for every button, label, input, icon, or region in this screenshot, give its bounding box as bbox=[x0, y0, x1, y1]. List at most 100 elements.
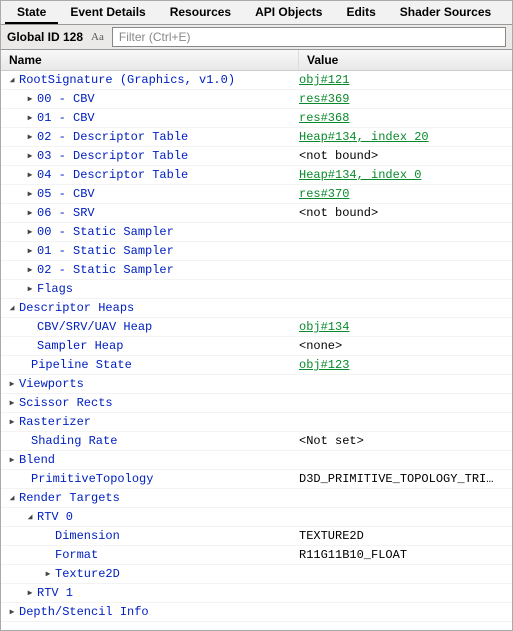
expand-collapse-icon[interactable]: ▶ bbox=[25, 265, 35, 275]
tree-row[interactable]: ▶Blend bbox=[1, 451, 512, 470]
tree-row-value: D3D_PRIMITIVE_TOPOLOGY_TRI… bbox=[299, 472, 512, 486]
expand-collapse-icon[interactable]: ▶ bbox=[25, 151, 35, 161]
tree-row-label: 02 - Static Sampler bbox=[37, 263, 174, 277]
tree-row-name: ▶Viewports bbox=[1, 377, 299, 391]
expand-collapse-icon[interactable]: ▶ bbox=[25, 246, 35, 256]
tree-row-name: CBV/SRV/UAV Heap bbox=[1, 320, 299, 334]
case-sensitive-icon[interactable]: Aa bbox=[89, 31, 106, 43]
expand-collapse-icon[interactable]: ▶ bbox=[25, 113, 35, 123]
expand-collapse-icon[interactable]: ◢ bbox=[25, 512, 35, 522]
tree-row-value: TEXTURE2D bbox=[299, 529, 512, 543]
tree-row-value[interactable]: res#369 bbox=[299, 92, 512, 106]
tree-row[interactable]: CBV/SRV/UAV Heapobj#134 bbox=[1, 318, 512, 337]
tree-row-label: 00 - Static Sampler bbox=[37, 225, 174, 239]
tree-row-value[interactable]: Heap#134, index 0 bbox=[299, 168, 512, 182]
expand-collapse-icon[interactable]: ▶ bbox=[25, 94, 35, 104]
expand-collapse-icon[interactable]: ◢ bbox=[7, 303, 17, 313]
tree-row[interactable]: FormatR11G11B10_FLOAT bbox=[1, 546, 512, 565]
tree-row-name: ▶Blend bbox=[1, 453, 299, 467]
expand-collapse-icon[interactable]: ▶ bbox=[7, 417, 17, 427]
tree-row[interactable]: ▶05 - CBVres#370 bbox=[1, 185, 512, 204]
expand-collapse-icon[interactable]: ▶ bbox=[25, 208, 35, 218]
tab-state[interactable]: State bbox=[5, 1, 58, 24]
tree-row[interactable]: ▶06 - SRV<not bound> bbox=[1, 204, 512, 223]
tree-row[interactable]: ◢Render Targets bbox=[1, 489, 512, 508]
expand-collapse-icon[interactable]: ▶ bbox=[43, 569, 53, 579]
tab-edits[interactable]: Edits bbox=[334, 1, 387, 24]
tree-row-name: ◢Render Targets bbox=[1, 491, 299, 505]
column-name-header[interactable]: Name bbox=[1, 50, 299, 70]
tree-row-name: Pipeline State bbox=[1, 358, 299, 372]
tree-row-label: Render Targets bbox=[19, 491, 120, 505]
tree-row[interactable]: ▶Viewports bbox=[1, 375, 512, 394]
tree-row[interactable]: ▶00 - CBVres#369 bbox=[1, 90, 512, 109]
tree-row-value[interactable]: obj#134 bbox=[299, 320, 512, 334]
tree-row-name: PrimitiveTopology bbox=[1, 472, 299, 486]
tree-row[interactable]: ▶00 - Static Sampler bbox=[1, 223, 512, 242]
expand-collapse-icon[interactable]: ▶ bbox=[7, 455, 17, 465]
tree-row-label: Pipeline State bbox=[31, 358, 132, 372]
tree-row[interactable]: ▶03 - Descriptor Table<not bound> bbox=[1, 147, 512, 166]
filter-input[interactable] bbox=[112, 27, 506, 47]
tree-row[interactable]: Shading Rate <Not set> bbox=[1, 432, 512, 451]
tree-row[interactable]: ◢RootSignature (Graphics, v1.0)obj#121 bbox=[1, 71, 512, 90]
tree-row-value[interactable]: Heap#134, index 20 bbox=[299, 130, 512, 144]
tree-row[interactable]: ◢Descriptor Heaps bbox=[1, 299, 512, 318]
expand-collapse-icon[interactable]: ▶ bbox=[25, 170, 35, 180]
tree-row-label: Scissor Rects bbox=[19, 396, 113, 410]
expand-collapse-icon[interactable]: ▶ bbox=[25, 227, 35, 237]
tab-api-objects[interactable]: API Objects bbox=[243, 1, 334, 24]
expand-collapse-icon[interactable]: ◢ bbox=[7, 493, 17, 503]
tree-row-name: ◢RootSignature (Graphics, v1.0) bbox=[1, 73, 299, 87]
tree-row[interactable]: ▶02 - Descriptor Table Heap#134, index 20 bbox=[1, 128, 512, 147]
tab-shader-sources[interactable]: Shader Sources bbox=[388, 1, 503, 24]
expand-collapse-icon[interactable]: ▶ bbox=[25, 588, 35, 598]
tree-row[interactable]: ▶04 - Descriptor Table Heap#134, index 0 bbox=[1, 166, 512, 185]
tree-row[interactable]: PrimitiveTopology D3D_PRIMITIVE_TOPOLOGY_… bbox=[1, 470, 512, 489]
tree-row[interactable]: ▶Scissor Rects bbox=[1, 394, 512, 413]
tree-row[interactable]: ▶01 - CBVres#368 bbox=[1, 109, 512, 128]
tree-row[interactable]: ▶Texture2D bbox=[1, 565, 512, 584]
tree-view: ◢RootSignature (Graphics, v1.0)obj#121▶0… bbox=[1, 71, 512, 622]
expand-collapse-icon[interactable]: ▶ bbox=[25, 284, 35, 294]
tree-row-name: ▶00 - Static Sampler bbox=[1, 225, 299, 239]
tree-row-name: ▶01 - Static Sampler bbox=[1, 244, 299, 258]
tree-row-value[interactable]: obj#123 bbox=[299, 358, 512, 372]
tree-row-value[interactable]: obj#121 bbox=[299, 73, 512, 87]
expand-collapse-icon[interactable]: ▶ bbox=[7, 379, 17, 389]
tree-row-value: <Not set> bbox=[299, 434, 512, 448]
tree-row[interactable]: ▶Flags bbox=[1, 280, 512, 299]
tree-row[interactable]: Sampler Heap<none> bbox=[1, 337, 512, 356]
tree-row[interactable]: Pipeline State obj#123 bbox=[1, 356, 512, 375]
expand-collapse-icon[interactable]: ◢ bbox=[7, 75, 17, 85]
tree-row[interactable]: ▶Depth/Stencil Info bbox=[1, 603, 512, 622]
column-value-header[interactable]: Value bbox=[299, 50, 512, 70]
tree-row-label: Sampler Heap bbox=[37, 339, 123, 353]
tree-row[interactable]: ▶01 - Static Sampler bbox=[1, 242, 512, 261]
tree-row-label: 02 - Descriptor Table bbox=[37, 130, 188, 144]
tree-row-name: Sampler Heap bbox=[1, 339, 299, 353]
expand-collapse-icon[interactable]: ▶ bbox=[7, 398, 17, 408]
tree-row[interactable]: DimensionTEXTURE2D bbox=[1, 527, 512, 546]
tree-row-name: ▶06 - SRV bbox=[1, 206, 299, 220]
expand-collapse-icon[interactable]: ▶ bbox=[25, 132, 35, 142]
tree-row-label: 04 - Descriptor Table bbox=[37, 168, 188, 182]
tree-row[interactable]: ▶02 - Static Sampler bbox=[1, 261, 512, 280]
tree-row-value[interactable]: res#368 bbox=[299, 111, 512, 125]
tab-resources[interactable]: Resources bbox=[158, 1, 243, 24]
tree-row-label: Shading Rate bbox=[31, 434, 117, 448]
tree-row-label: RootSignature (Graphics, v1.0) bbox=[19, 73, 235, 87]
tree-row-name: ▶03 - Descriptor Table bbox=[1, 149, 299, 163]
tree-row[interactable]: ▶Rasterizer bbox=[1, 413, 512, 432]
tab-event-details[interactable]: Event Details bbox=[58, 1, 157, 24]
tree-row-name: ▶02 - Static Sampler bbox=[1, 263, 299, 277]
tree-row-value: <not bound> bbox=[299, 206, 512, 220]
expand-collapse-icon[interactable]: ▶ bbox=[25, 189, 35, 199]
tree-row[interactable]: ◢RTV 0 bbox=[1, 508, 512, 527]
tree-row-label: RTV 1 bbox=[37, 586, 73, 600]
expand-collapse-icon[interactable]: ▶ bbox=[7, 607, 17, 617]
tree-row[interactable]: ▶RTV 1 bbox=[1, 584, 512, 603]
tree-row-value[interactable]: res#370 bbox=[299, 187, 512, 201]
tree-row-label: PrimitiveTopology bbox=[31, 472, 153, 486]
tree-row-label: 06 - SRV bbox=[37, 206, 95, 220]
